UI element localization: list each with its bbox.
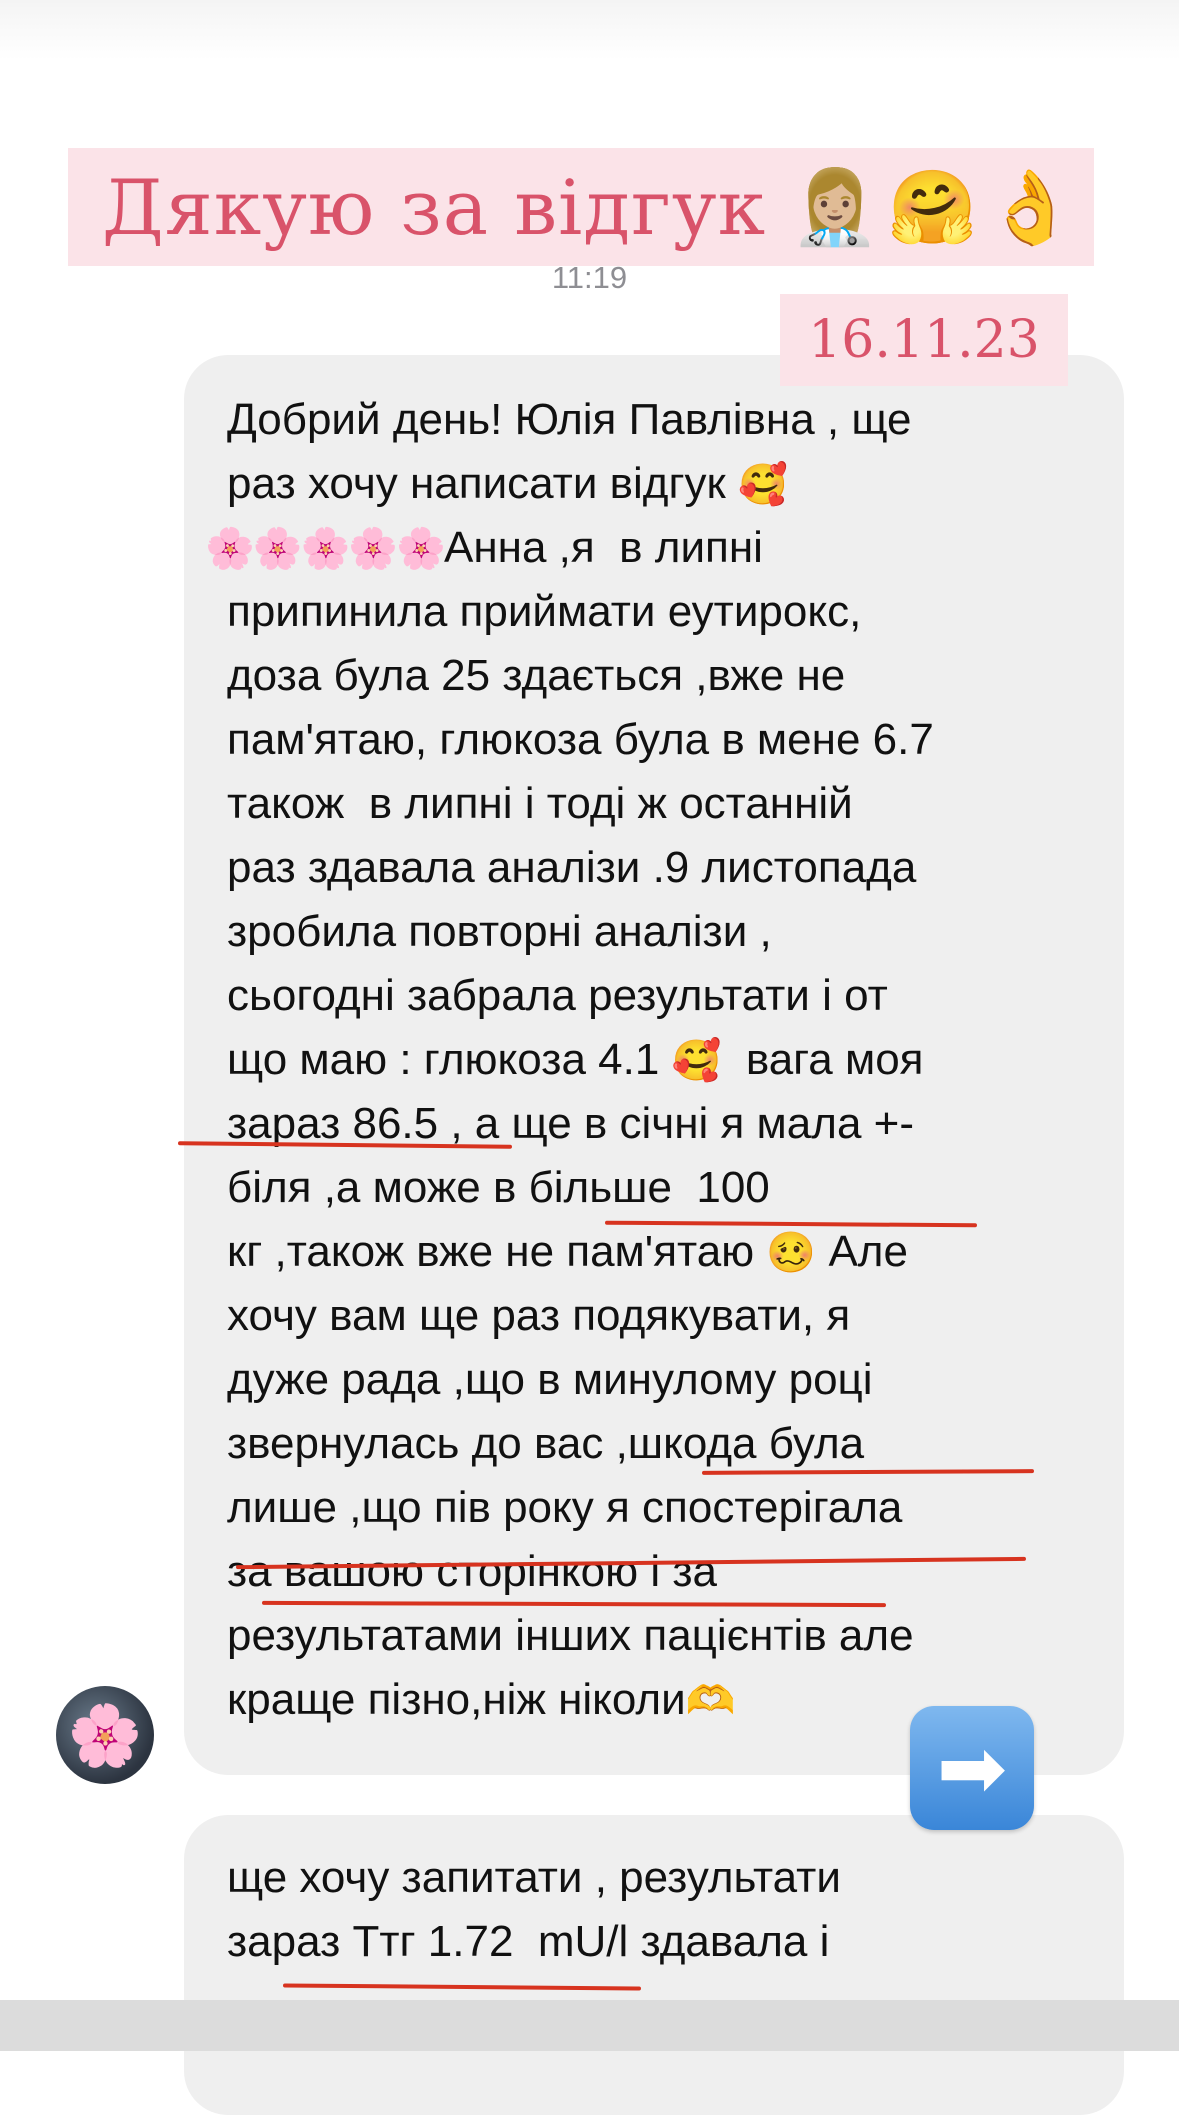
message-timestamp: 11:19: [551, 260, 628, 295]
message-line-text: кг ,також вже не пам'ятаю: [227, 1227, 755, 1276]
smiling-hearts-emoji-icon: 🥰: [738, 463, 788, 507]
message-line: що маю : глюкоза 4.1 🥰 вага моя: [227, 1032, 924, 1089]
message-line: лише ,що пів року я спостерігала: [227, 1483, 903, 1532]
message-line: дуже рада ,що в минулому році: [227, 1355, 873, 1404]
top-background: [0, 0, 1179, 60]
message-line: 🌸🌸🌸🌸🌸Анна ,я в липні: [205, 520, 763, 577]
message-line: кг ,також вже не пам'ятаю 🥴 Але: [227, 1224, 908, 1281]
message-line: припинила приймати еутирокс,: [227, 587, 862, 636]
message-line: також в липні і тоді ж останній: [227, 779, 853, 828]
flowers-emoji-icon: 🌸🌸🌸🌸🌸: [205, 527, 446, 571]
message-line: сьогодні забрала результати і от: [227, 971, 888, 1020]
message-line: звернулась до вас ,шкода була: [227, 1419, 865, 1468]
message-line-text: раз хочу написати відгук: [227, 459, 726, 508]
flower-avatar-icon: 🌸: [67, 1701, 143, 1769]
right-arrow-icon: ➡: [936, 1721, 1008, 1815]
banner-title: Дякую за відгук: [102, 162, 767, 252]
thanks-banner: Дякую за відгук 👩🏼‍⚕️ 🤗 👌: [68, 148, 1094, 266]
message-line-text: вага моя: [745, 1035, 924, 1084]
message-line-text: краще пізно,ніж ніколи: [227, 1675, 686, 1724]
next-arrow-button[interactable]: ➡: [910, 1706, 1034, 1830]
message-line: краще пізно,ніж ніколи🫶: [227, 1672, 735, 1729]
message-line: результатами інших пацієнтів але: [227, 1611, 914, 1660]
message-line: зараз Ттг 1.72 mU/l здавала і: [227, 1917, 830, 1966]
message-line: хочу вам ще раз подякувати, я: [227, 1291, 851, 1340]
message-line: раз здавала аналізи .9 листопада: [227, 843, 917, 892]
smiling-hearts-emoji-icon: 🥰: [671, 1039, 722, 1083]
message-line: за вашою сторінкою і за: [227, 1547, 717, 1596]
sender-avatar[interactable]: 🌸: [56, 1686, 154, 1784]
hugging-emoji-icon: 🤗: [887, 167, 978, 248]
message-line-text: Але: [828, 1227, 908, 1276]
message-line: зробила повторні аналізи ,: [227, 907, 772, 956]
message-line: біля ,а може в більше 100: [227, 1163, 770, 1212]
message-line: пам'ятаю, глюкоза була в мене 6.7: [227, 715, 934, 764]
woozy-emoji-icon: 🥴: [766, 1231, 817, 1275]
heart-hands-emoji-icon: 🫶: [685, 1679, 736, 1723]
ok-hand-emoji-icon: 👌: [985, 167, 1076, 248]
message-line: ще хочу запитати , результати: [227, 1853, 841, 1902]
date-badge: 16.11.23: [780, 294, 1068, 386]
message-line: доза була 25 здається ,вже не: [227, 651, 846, 700]
message-line: раз хочу написати відгук 🥰: [227, 456, 788, 513]
message-line-text: Анна ,я в липні: [444, 523, 763, 572]
message-line-text: що маю : глюкоза 4.1: [227, 1035, 660, 1084]
message-line: Добрий день! Юлія Павлівна , ще: [227, 395, 912, 444]
doctor-emoji-icon: 👩🏼‍⚕️: [790, 167, 880, 248]
bottom-bar: [0, 2000, 1179, 2051]
